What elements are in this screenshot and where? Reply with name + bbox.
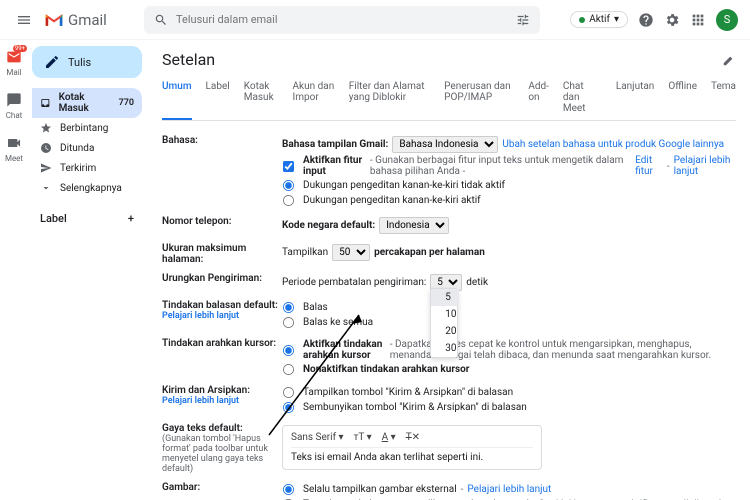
text-style-preview: Sans Serif ▾ тT ▾ A ▾ T✕ Teks isi email …	[282, 425, 542, 470]
sidebar-item-sent[interactable]: Terkirim	[32, 158, 142, 178]
send-archive-learn-link[interactable]: Pelajari lebih lanjut	[162, 396, 282, 406]
search-icon	[154, 13, 168, 27]
images-label: Gambar:	[162, 482, 282, 493]
page-title: Setelan	[162, 50, 215, 69]
brand-text: Gmail	[68, 11, 107, 29]
sidebar-item-more[interactable]: Selengkapnya	[32, 178, 142, 198]
undo-option-30[interactable]: 30	[431, 340, 459, 357]
tab-forwarding[interactable]: Penerusan dan POP/IMAP	[444, 75, 514, 120]
tab-addons[interactable]: Add-on	[528, 75, 549, 120]
font-selector[interactable]: Sans Serif ▾	[291, 432, 344, 443]
pencil-icon	[44, 54, 60, 70]
hover-on-radio[interactable]	[283, 344, 294, 355]
edit-icon[interactable]	[722, 53, 736, 67]
language-label: Bahasa:	[162, 135, 282, 146]
search-bar[interactable]	[144, 6, 540, 34]
reply-radio[interactable]	[283, 302, 294, 313]
sidebar-item-inbox[interactable]: Kotak Masuk 770	[32, 88, 142, 118]
gear-icon[interactable]	[664, 12, 680, 28]
tune-icon[interactable]	[516, 13, 530, 27]
send-archive-hide-radio[interactable]	[283, 402, 294, 413]
help-icon[interactable]	[638, 12, 654, 28]
search-input[interactable]	[176, 13, 516, 26]
undo-option-10[interactable]: 10	[431, 306, 459, 323]
status-text: Aktif	[589, 14, 610, 25]
avatar[interactable]: S	[716, 9, 738, 31]
phone-label: Nomor telepon:	[162, 216, 282, 227]
clock-icon	[40, 142, 52, 154]
reply-all-radio[interactable]	[283, 317, 294, 328]
send-archive-label: Kirim dan Arsipkan: Pelajari lebih lanju…	[162, 385, 282, 406]
language-select[interactable]: Bahasa Indonesia	[392, 136, 498, 153]
text-sample: Teks isi email Anda akan terlihat sepert…	[291, 452, 533, 463]
plus-icon[interactable]: +	[128, 212, 134, 225]
enable-input-tools-checkbox[interactable]	[283, 160, 294, 171]
tab-inbox[interactable]: Kotak Masuk	[244, 75, 279, 120]
send-archive-show-radio[interactable]	[283, 387, 294, 398]
pagesize-select[interactable]: 50	[332, 244, 370, 261]
clear-format-icon[interactable]: T✕	[406, 432, 420, 443]
undo-label: Urungkan Pengiriman:	[162, 273, 282, 284]
rail-mail[interactable]: 99+ Mail	[5, 48, 23, 77]
status-dot-icon	[579, 17, 585, 23]
settings-tabs: Umum Label Kotak Masuk Akun dan Impor Fi…	[162, 75, 736, 121]
reply-label: Tindakan balasan default: Pelajari lebih…	[162, 300, 282, 321]
chat-icon	[5, 91, 23, 109]
font-size-icon[interactable]: тT ▾	[354, 432, 372, 443]
country-code-select[interactable]: Indonesia	[379, 217, 449, 234]
apps-icon[interactable]	[690, 12, 706, 28]
rtl-on-radio[interactable]	[283, 195, 294, 206]
gmail-logo: Gmail	[44, 11, 124, 29]
undo-dropdown-popup: 5 10 20 30	[430, 288, 458, 358]
compose-label: Tulis	[68, 56, 91, 69]
hover-label: Tindakan arahkan kursor:	[162, 338, 282, 349]
mail-icon: 99+	[5, 48, 23, 66]
sidebar-item-snoozed[interactable]: Ditunda	[32, 138, 142, 158]
hover-off-radio[interactable]	[283, 364, 294, 375]
tab-labels[interactable]: Label	[206, 75, 230, 120]
chevron-down-icon: ▾	[614, 14, 619, 25]
inbox-icon	[40, 97, 51, 109]
tab-filters[interactable]: Filter dan Alamat yang Diblokir	[349, 75, 430, 120]
compose-button[interactable]: Tulis	[32, 46, 142, 78]
sidebar-item-starred[interactable]: Berbintang	[32, 118, 142, 138]
sidebar-labels-header: Label +	[32, 206, 142, 231]
send-icon	[40, 162, 52, 174]
meet-icon	[5, 134, 23, 152]
tab-chat[interactable]: Chat dan Meet	[563, 75, 602, 120]
hamburger-menu-icon[interactable]	[12, 8, 36, 32]
rail-chat[interactable]: Chat	[5, 91, 23, 120]
pagesize-label: Ukuran maksimum halaman:	[162, 243, 282, 265]
tab-accounts[interactable]: Akun dan Impor	[293, 75, 335, 120]
rtl-off-radio[interactable]	[283, 180, 294, 191]
tab-themes[interactable]: Tema	[711, 75, 736, 120]
tab-general[interactable]: Umum	[162, 75, 192, 120]
change-language-link[interactable]: Ubah setelan bahasa untuk produk Google …	[502, 139, 724, 150]
font-color-icon[interactable]: A ▾	[382, 432, 396, 443]
undo-option-5[interactable]: 5	[431, 289, 459, 306]
chevron-down-icon	[40, 182, 52, 194]
images-always-radio[interactable]	[283, 484, 294, 495]
tab-advanced[interactable]: Lanjutan	[616, 75, 655, 120]
textstyle-label: Gaya teks default: (Gunakan tombol 'Hapu…	[162, 423, 282, 474]
undo-option-20[interactable]: 20	[431, 323, 459, 340]
mail-badge: 99+	[13, 45, 27, 52]
reply-learn-link[interactable]: Pelajari lebih lanjut	[162, 311, 282, 321]
rail-meet[interactable]: Meet	[5, 134, 23, 163]
status-chip[interactable]: Aktif ▾	[570, 11, 628, 28]
tab-offline[interactable]: Offline	[668, 75, 697, 120]
star-icon	[40, 122, 52, 134]
